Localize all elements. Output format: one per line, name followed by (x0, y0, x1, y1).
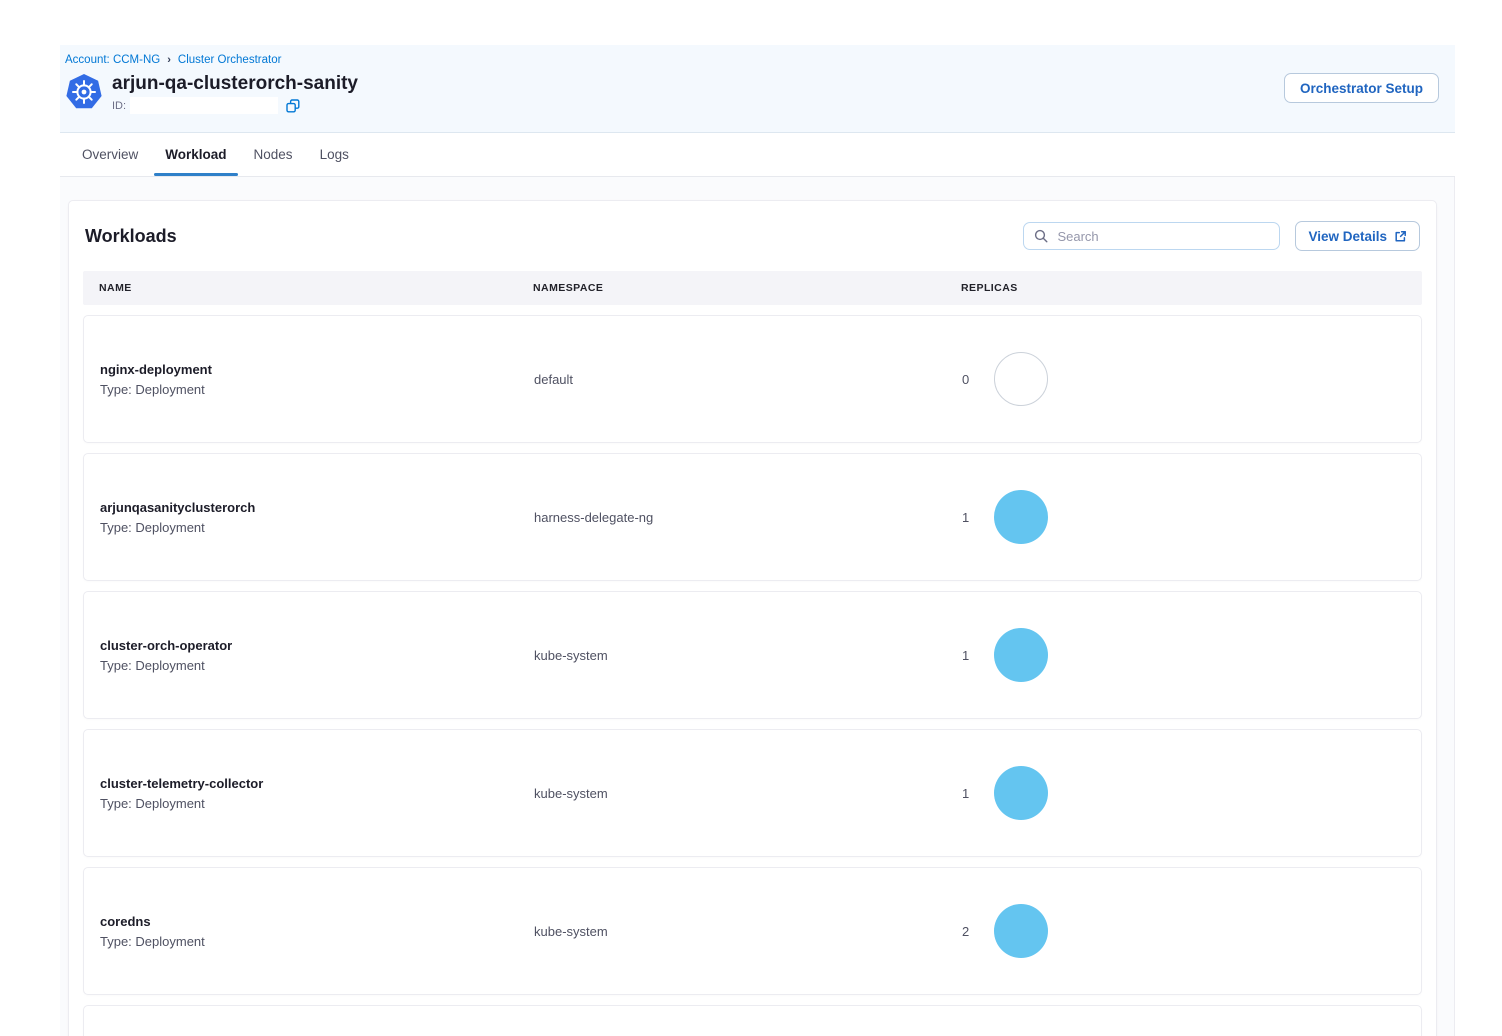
breadcrumb-separator-chevron: › (167, 54, 171, 66)
workload-type: Type: Deployment (100, 520, 534, 535)
workload-type: Type: Deployment (100, 658, 534, 673)
search-icon (1034, 229, 1048, 243)
id-value-redacted (130, 97, 278, 114)
workload-namespace: kube-system (534, 924, 962, 939)
breadcrumb-section-link[interactable]: Cluster Orchestrator (178, 54, 282, 66)
workload-namespace: harness-delegate-ng (534, 510, 962, 525)
view-details-button[interactable]: View Details (1295, 221, 1420, 251)
tab-overview[interactable]: Overview (80, 133, 140, 176)
table-row-partial[interactable] (83, 1005, 1422, 1036)
workload-name-cell: nginx-deployment Type: Deployment (100, 362, 534, 397)
replica-count: 1 (962, 786, 972, 801)
table-row[interactable]: coredns Type: Deployment kube-system 2 (83, 867, 1422, 995)
replica-status-circle (994, 490, 1048, 544)
id-label: ID: (112, 100, 126, 112)
breadcrumb: Account: CCM-NG › Cluster Orchestrator (65, 54, 1439, 66)
replica-status-circle (994, 352, 1048, 406)
workload-name: cluster-telemetry-collector (100, 776, 534, 791)
workload-name-cell: cluster-telemetry-collector Type: Deploy… (100, 776, 534, 811)
replica-count: 0 (962, 372, 972, 387)
replica-count: 1 (962, 648, 972, 663)
copy-icon[interactable] (286, 99, 300, 113)
page-title: arjun-qa-clusterorch-sanity (112, 73, 358, 95)
search-input[interactable] (1055, 228, 1269, 245)
column-header-name: NAME (99, 282, 533, 294)
replica-status-circle (994, 766, 1048, 820)
workload-name: cluster-orch-operator (100, 638, 534, 653)
search-box[interactable] (1023, 222, 1280, 250)
content-column: Account: CCM-NG › Cluster Orchestrator (60, 45, 1455, 1036)
column-header-replicas: REPLICAS (961, 282, 1406, 294)
orchestrator-setup-button[interactable]: Orchestrator Setup (1284, 73, 1439, 103)
replica-status-circle (994, 904, 1048, 958)
replica-status-circle (994, 628, 1048, 682)
breadcrumb-account-link[interactable]: Account: CCM-NG (65, 54, 160, 66)
replica-count: 2 (962, 924, 972, 939)
workload-type: Type: Deployment (100, 382, 534, 397)
entity-id-line: ID: (112, 97, 358, 114)
table-row[interactable]: nginx-deployment Type: Deployment defaul… (83, 315, 1422, 443)
page-header: Account: CCM-NG › Cluster Orchestrator (60, 45, 1455, 133)
external-link-icon (1394, 230, 1407, 243)
workloads-card: Workloads View Details (68, 200, 1437, 1036)
view-details-label: View Details (1308, 229, 1387, 244)
workload-replicas-cell: 2 (962, 904, 1405, 958)
workload-name: arjunqasanityclusterorch (100, 500, 534, 515)
workload-name-cell: arjunqasanityclusterorch Type: Deploymen… (100, 500, 534, 535)
workload-replicas-cell: 1 (962, 628, 1405, 682)
workload-name: nginx-deployment (100, 362, 534, 377)
table-row[interactable]: arjunqasanityclusterorch Type: Deploymen… (83, 453, 1422, 581)
workload-namespace: default (534, 372, 962, 387)
workload-type: Type: Deployment (100, 796, 534, 811)
workloads-card-header: Workloads View Details (85, 221, 1420, 251)
column-header-namespace: NAMESPACE (533, 282, 961, 294)
tab-nodes[interactable]: Nodes (252, 133, 295, 176)
workload-replicas-cell: 1 (962, 490, 1405, 544)
workload-namespace: kube-system (534, 648, 962, 663)
table-row[interactable]: cluster-telemetry-collector Type: Deploy… (83, 729, 1422, 857)
workload-name: coredns (100, 914, 534, 929)
section-title: Workloads (85, 226, 177, 247)
workload-namespace: kube-system (534, 786, 962, 801)
table-header-row: NAME NAMESPACE REPLICAS (83, 271, 1422, 305)
card-header-actions: View Details (1023, 221, 1420, 251)
table-row[interactable]: cluster-orch-operator Type: Deployment k… (83, 591, 1422, 719)
workload-type: Type: Deployment (100, 934, 534, 949)
kubernetes-icon (65, 73, 103, 111)
workload-replicas-cell: 0 (962, 352, 1405, 406)
workload-name-cell: coredns Type: Deployment (100, 914, 534, 949)
workload-replicas-cell: 1 (962, 766, 1405, 820)
workload-name-cell: cluster-orch-operator Type: Deployment (100, 638, 534, 673)
chat-help-button[interactable] (1463, 961, 1490, 988)
replica-count: 1 (962, 510, 972, 525)
tab-workload[interactable]: Workload (163, 133, 228, 176)
tab-logs[interactable]: Logs (318, 133, 351, 176)
header-title-row: arjun-qa-clusterorch-sanity ID: (65, 73, 1439, 114)
tab-bar: Overview Workload Nodes Logs (60, 133, 1455, 177)
page-body: Workloads View Details (60, 177, 1455, 1036)
title-block: arjun-qa-clusterorch-sanity ID: (112, 73, 358, 114)
